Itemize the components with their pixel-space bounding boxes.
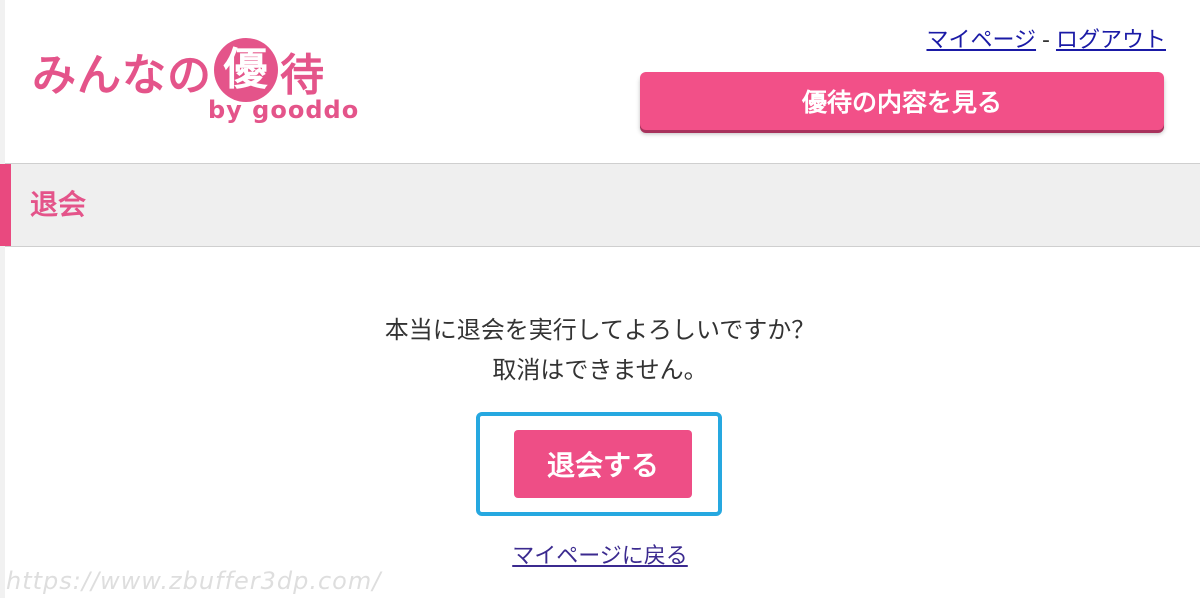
logo-subtitle: by gooddo xyxy=(208,96,360,124)
logo-circle-char: 優 xyxy=(214,38,278,102)
section-accent-bar xyxy=(0,164,11,246)
logo-text-after: 待 xyxy=(280,50,325,101)
section-header: 退会 xyxy=(0,163,1200,247)
logout-link[interactable]: ログアウト xyxy=(1056,28,1166,53)
watermark: https://www.zbuffer3dp.com/ xyxy=(6,567,382,595)
site-logo[interactable]: みんなの 優 待 by gooddo xyxy=(32,14,372,134)
logo-text-before: みんなの xyxy=(32,50,212,101)
nav-separator: - xyxy=(1042,28,1050,53)
confirm-message-line1: 本当に退会を実行してよろしいですか？ xyxy=(384,316,816,344)
confirm-message-line2: 取消はできません。 xyxy=(492,356,708,384)
page-title: 退会 xyxy=(30,188,87,221)
withdraw-button[interactable]: 退会する xyxy=(514,430,692,498)
view-benefits-button[interactable]: 優待の内容を見る xyxy=(640,72,1164,130)
back-link-container: マイページに戻る xyxy=(0,538,1200,570)
page: みんなの 優 待 by gooddo マイページ - ログアウト 優待の内容を見る … xyxy=(0,0,1200,598)
back-to-mypage-link[interactable]: マイページに戻る xyxy=(512,544,688,569)
mypage-link[interactable]: マイページ xyxy=(926,28,1036,53)
left-rule xyxy=(0,0,5,598)
confirm-message: 本当に退会を実行してよろしいですか？ 取消はできません。 xyxy=(0,310,1200,390)
top-nav: マイページ - ログアウト xyxy=(926,22,1166,54)
